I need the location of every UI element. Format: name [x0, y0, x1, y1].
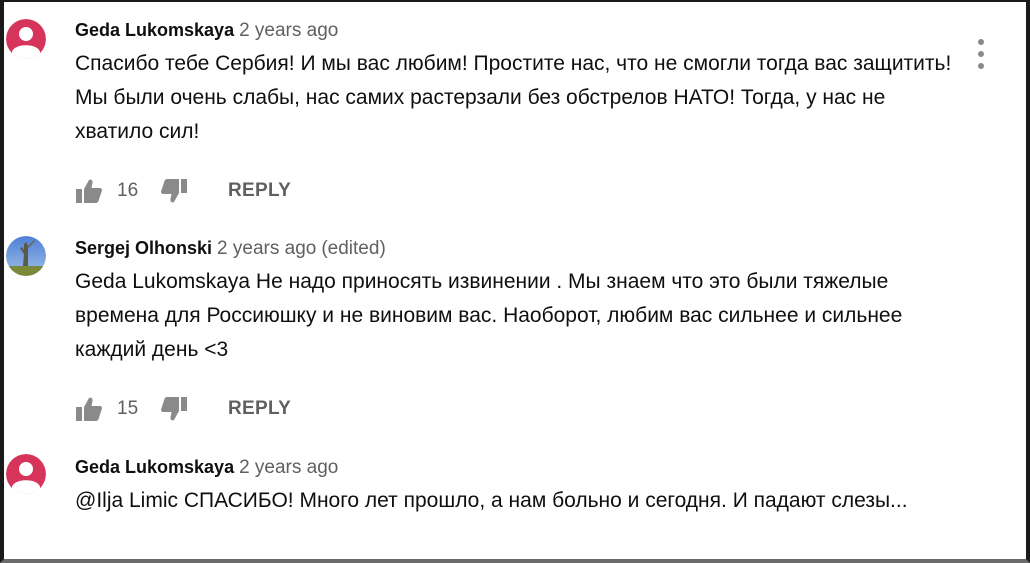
comment-author[interactable]: Sergej Olhonski [75, 238, 212, 258]
comment-author[interactable]: Geda Lukomskaya [75, 457, 234, 477]
comment-actions: 15 REPLY [75, 394, 291, 424]
comment-header: Geda Lukomskaya 2 years ago [75, 17, 338, 44]
comment-header: Geda Lukomskaya 2 years ago [75, 454, 338, 481]
comment-time[interactable]: 2 years ago [239, 20, 338, 41]
comment-text: Спасибо тебе Сербия! И мы вас любим! Про… [75, 52, 952, 143]
thumb-up-icon[interactable] [75, 395, 103, 423]
reply-button[interactable]: REPLY [228, 398, 291, 420]
reply-button[interactable]: REPLY [228, 180, 291, 202]
comment-time[interactable]: 2 years ago [217, 238, 316, 259]
avatar[interactable] [6, 19, 46, 59]
thumb-up-icon[interactable] [75, 177, 103, 205]
avatar[interactable] [6, 236, 46, 276]
edited-label: (edited) [321, 238, 386, 259]
thumb-down-icon[interactable] [160, 177, 188, 205]
more-vertical-icon[interactable] [969, 37, 993, 71]
comment-author[interactable]: Geda Lukomskaya [75, 20, 234, 40]
comment-time[interactable]: 2 years ago [239, 457, 338, 478]
thumb-down-icon[interactable] [160, 395, 188, 423]
like-count: 15 [117, 398, 139, 419]
comment-text: Geda Lukomskaya Не надо приносять извине… [75, 270, 903, 361]
like-count: 16 [117, 180, 139, 201]
comment-text: @Ilja Limic СПАСИБО! Много лет прошло, а… [75, 489, 908, 512]
comment-actions: 16 REPLY [75, 176, 291, 206]
comment-header: Sergej Olhonski 2 years ago (edited) [75, 235, 386, 262]
avatar[interactable] [6, 454, 46, 494]
